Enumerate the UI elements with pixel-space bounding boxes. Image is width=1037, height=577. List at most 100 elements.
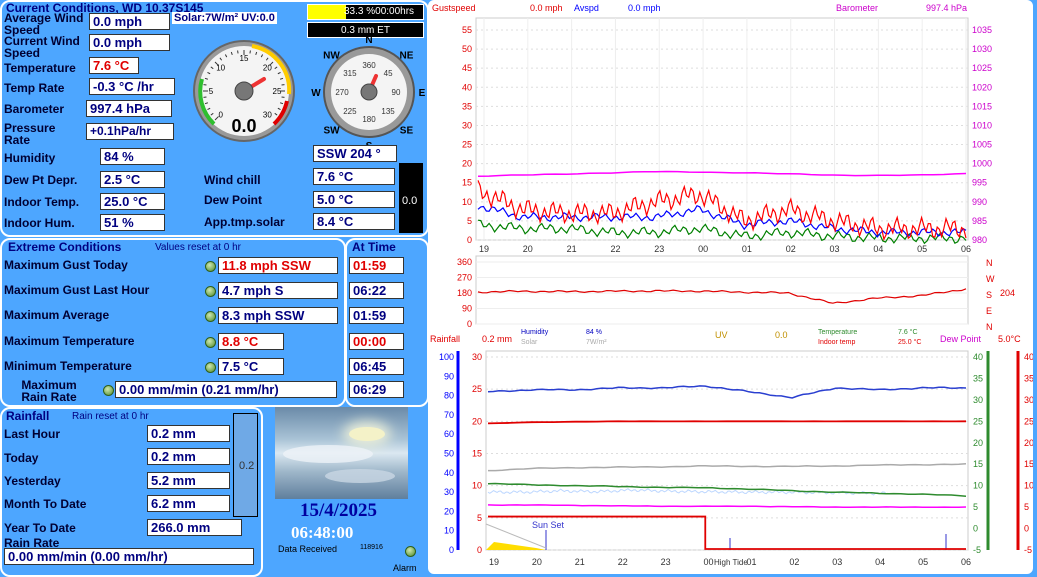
chart3-temp-tick-red: 20 bbox=[1024, 438, 1033, 448]
temp-rate-label: Temp Rate bbox=[4, 81, 65, 95]
chart3-temp-tick-green: 10 bbox=[973, 481, 983, 491]
chart2-tick: 360 bbox=[457, 257, 472, 267]
dew-point-value: 5.0 °C bbox=[313, 191, 395, 208]
extreme-row-label: Maximum Gust Today bbox=[4, 258, 128, 272]
chart3-temp-tick-red: 0 bbox=[1024, 524, 1029, 534]
alarm-led[interactable] bbox=[405, 546, 416, 557]
gauge-tick-label: 30 bbox=[263, 110, 272, 119]
chart3-pct-tick: 0 bbox=[449, 545, 454, 555]
extreme-reset-note: Values reset at 0 hr bbox=[155, 242, 241, 253]
chart1-left-tick: 50 bbox=[462, 44, 472, 54]
chart3-temp-tick-green: 5 bbox=[973, 502, 978, 512]
chart1-left-tick: 45 bbox=[462, 63, 472, 73]
rain-year-label: Year To Date bbox=[4, 521, 76, 535]
chart3-temp-tick-red: 5 bbox=[1024, 502, 1029, 512]
rain-reset-note: Rain reset at 0 hr bbox=[72, 411, 149, 422]
rain-today-label: Today bbox=[4, 451, 39, 465]
chart3-temp-tick-green: 40 bbox=[973, 352, 983, 362]
rain-meter-value: 0.2 bbox=[239, 460, 255, 472]
gauge-tick-label: 15 bbox=[240, 54, 249, 63]
extreme-row-label: Maximum Rain Rate bbox=[21, 378, 77, 404]
chart2-compass-label: W bbox=[986, 274, 995, 284]
avg-wind-label: Average Wind Speed bbox=[4, 11, 84, 37]
temp-rate-value: -0.3 °C /hr bbox=[89, 78, 175, 95]
chart3-rain-tick: 20 bbox=[472, 416, 482, 426]
chart3-pct-tick: 10 bbox=[444, 526, 454, 536]
chart1-left-tick: 0 bbox=[467, 235, 472, 245]
chart1-left-tick: 20 bbox=[462, 159, 472, 169]
chart3-temp-tick-red: 30 bbox=[1024, 395, 1033, 405]
compass-point-label: N bbox=[365, 36, 372, 46]
rain-meter: 0.2 bbox=[233, 413, 258, 517]
chart3-temp-tick-green: 15 bbox=[973, 459, 983, 469]
baro-value: 997.4 hPa bbox=[86, 100, 172, 117]
extreme-row-value: 4.7 mph S bbox=[218, 282, 338, 299]
compass-degree-label: 45 bbox=[384, 69, 393, 78]
chart1-left-tick: 25 bbox=[462, 140, 472, 150]
chart1-right-tick: 990 bbox=[972, 197, 987, 207]
chart1-right-tick: 1035 bbox=[972, 25, 992, 35]
chart3-pct-tick: 20 bbox=[444, 506, 454, 516]
status-time: 06:48:00 bbox=[291, 523, 354, 542]
extreme-row-time: 06:29 bbox=[349, 381, 404, 398]
gauge-tick-label: 20 bbox=[263, 64, 272, 73]
chart3-x-tick: 06 bbox=[961, 557, 971, 567]
rain-year-value: 266.0 mm bbox=[147, 519, 242, 536]
temp-humidity-rain-chart: 0102030405060708090100051015202530-5 -50 0… bbox=[439, 350, 1033, 567]
chart1-plot-area bbox=[475, 17, 969, 241]
data-received-label: Data Received bbox=[278, 544, 338, 554]
temperature-chart-label: Temperature bbox=[818, 329, 858, 336]
uv-chart-label: UV bbox=[715, 330, 728, 340]
chart3-x-tick: 21 bbox=[575, 557, 585, 567]
wind-chill-value: 7.6 °C bbox=[313, 168, 395, 185]
chart3-temp-tick-red: 25 bbox=[1024, 416, 1033, 426]
compass-degree-label: 315 bbox=[343, 69, 357, 78]
chart3-rain-tick: 0 bbox=[477, 545, 482, 555]
temperature-chart-value: 7.6 °C bbox=[898, 329, 918, 336]
chart3-temp-tick-green: -5 bbox=[973, 545, 981, 555]
compass-point-label: W bbox=[311, 88, 321, 99]
chart3-temp-tick-red: 15 bbox=[1024, 459, 1033, 469]
chart2-compass-label: N bbox=[986, 322, 993, 330]
chart3-pct-tick: 100 bbox=[439, 352, 454, 362]
extreme-row-value: 0.00 mm/min (0.21 mm/hr) bbox=[115, 381, 337, 398]
humidity-label: Humidity bbox=[4, 151, 56, 165]
rain-month-value: 6.2 mm bbox=[147, 495, 230, 512]
sunshine-text: 33.3 %00:00hrs bbox=[344, 6, 415, 17]
baro-label: Barometer bbox=[4, 102, 65, 116]
at-time-title: At Time bbox=[352, 240, 396, 254]
rain-month-label: Month To Date bbox=[4, 497, 87, 511]
press-rate-label: Pressure Rate bbox=[4, 121, 56, 147]
chart1-left-tick: 30 bbox=[462, 120, 472, 130]
rainfall-title: Rainfall bbox=[6, 409, 50, 423]
chart1-left-tick: 55 bbox=[462, 25, 472, 35]
chart3-x-tick: 03 bbox=[832, 557, 842, 567]
chart3-pct-tick: 60 bbox=[444, 429, 454, 439]
chart3-rain-tick: 15 bbox=[472, 449, 482, 459]
extreme-row-time: 06:22 bbox=[349, 282, 404, 299]
compass-degree-label: 135 bbox=[381, 107, 395, 116]
chart2-tick: 0 bbox=[467, 319, 472, 329]
chart1-right-tick: 985 bbox=[972, 216, 987, 226]
sunshine-box: 33.3 %00:00hrs bbox=[307, 4, 424, 20]
gauge-value: 0.0 bbox=[231, 116, 256, 136]
wind-speed-gauge: 051015202530 0.0 bbox=[193, 40, 295, 142]
chart1-left-tick: 35 bbox=[462, 101, 472, 111]
wind-chill-label: Wind chill bbox=[204, 173, 261, 187]
indoor-hum-label: Indoor Hum. bbox=[4, 216, 75, 230]
chart1-right-tick: 1005 bbox=[972, 140, 992, 150]
chart3-x-tick: 02 bbox=[789, 557, 799, 567]
chart3-pct-tick: 90 bbox=[444, 371, 454, 381]
rain-rate-value: 0.00 mm/min (0.00 mm/hr) bbox=[4, 548, 254, 565]
chart3-temp-tick-red: 40 bbox=[1024, 352, 1033, 362]
extreme-row-label: Maximum Gust Last Hour bbox=[4, 283, 150, 297]
chart3-pct-tick: 40 bbox=[444, 468, 454, 478]
extreme-row-value: 8.8 °C bbox=[218, 333, 284, 350]
chart1-right-tick: 980 bbox=[972, 235, 987, 245]
compass-degree-label: 90 bbox=[392, 88, 401, 97]
extreme-row-value: 7.5 °C bbox=[218, 358, 284, 375]
black-meter-value: 0.0 bbox=[402, 195, 418, 207]
chart3-temp-tick-green: 35 bbox=[973, 373, 983, 383]
alarm-label: Alarm bbox=[393, 563, 417, 573]
temp-label: Temperature bbox=[4, 61, 76, 75]
